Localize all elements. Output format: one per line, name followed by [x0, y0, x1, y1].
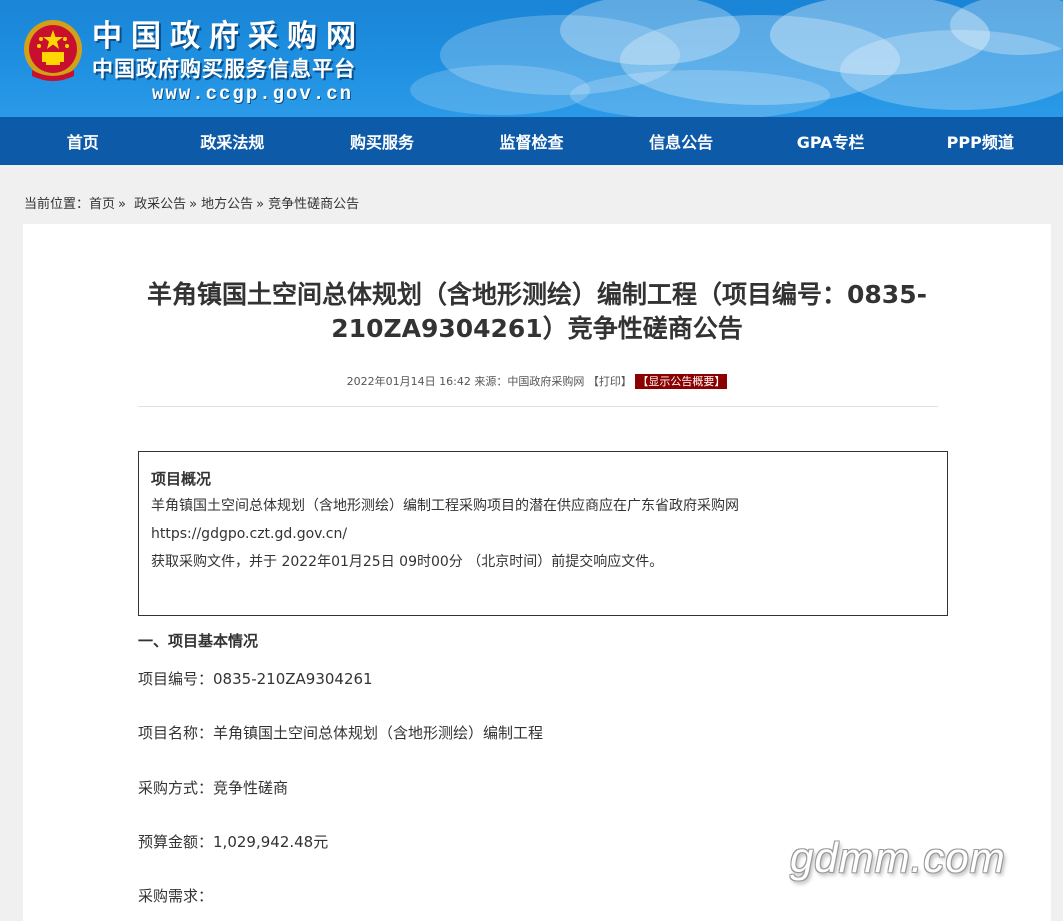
breadcrumb-separator: »: [256, 197, 265, 212]
overview-line-3: 获取采购文件，并于 2022年01月25日 09时00分 （北京时间）前提交响应…: [151, 554, 664, 570]
main-nav: 首页 政采法规 购买服务 监督检查 信息公告 GPA专栏 PPP频道: [0, 117, 1063, 165]
divider: [138, 406, 938, 407]
source-name: 中国政府采购网: [507, 375, 585, 388]
nav-item-supervision[interactable]: 监督检查: [457, 129, 607, 153]
breadcrumb: 当前位置：首页» 政采公告» 地方公告» 竞争性磋商公告: [24, 193, 359, 212]
breadcrumb-separator: »: [189, 197, 198, 212]
overview-line-1: 羊角镇国土空间总体规划（含地形测绘）编制工程采购项目的潜在供应商应在广东省政府采…: [151, 498, 739, 514]
breadcrumb-procurement-announcements[interactable]: 政采公告: [134, 197, 186, 212]
title-line-1: 羊角镇国土空间总体规划（含地形测绘）编制工程（项目编号：0835-: [147, 280, 927, 309]
project-number-value: 0835-210ZA9304261: [213, 670, 373, 688]
overview-link[interactable]: https://gdgpo.czt.gd.gov.cn/: [151, 520, 935, 548]
national-emblem-icon: [24, 20, 82, 81]
page-title: 羊角镇国土空间总体规划（含地形测绘）编制工程（项目编号：0835- 210ZA9…: [23, 278, 1051, 346]
nav-item-home[interactable]: 首页: [8, 129, 158, 153]
article-meta: 2022年01月14日 16:42 来源：中国政府采购网 【打印】 【显示公告概…: [23, 373, 1051, 389]
site-title: 中国政府采购网: [92, 19, 365, 54]
site-url: www.ccgp.gov.cn: [152, 83, 354, 105]
breadcrumb-home[interactable]: 首页: [89, 197, 115, 212]
nav-item-purchase-services[interactable]: 购买服务: [307, 129, 457, 153]
nav-item-announcements[interactable]: 信息公告: [606, 129, 756, 153]
nav-item-ppp[interactable]: PPP频道: [905, 129, 1055, 153]
project-number-field: 项目编号：0835-210ZA9304261: [138, 668, 373, 689]
procurement-method-label: 采购方式：: [138, 779, 214, 797]
section-title-basic-info: 一、项目基本情况: [138, 632, 259, 650]
budget-label: 预算金额：: [138, 833, 214, 851]
budget-field: 预算金额：1,029,942.48元: [138, 831, 328, 852]
nav-item-regulations[interactable]: 政采法规: [158, 129, 308, 153]
watermark: gdmm.com: [790, 834, 1006, 881]
print-button[interactable]: 【打印】: [588, 375, 632, 388]
breadcrumb-local-announcements[interactable]: 地方公告: [201, 197, 253, 212]
breadcrumb-prefix: 当前位置：: [24, 197, 90, 212]
source-label: 来源：: [474, 375, 508, 388]
overview-title: 项目概况: [151, 470, 212, 488]
procurement-method-value: 竞争性磋商: [213, 779, 289, 797]
nav-item-gpa[interactable]: GPA专栏: [756, 129, 906, 153]
procurement-demand-label: 采购需求：: [138, 887, 214, 905]
breadcrumb-separator: »: [118, 197, 126, 212]
show-summary-button[interactable]: 【显示公告概要】: [635, 374, 728, 389]
article-card: 羊角镇国土空间总体规划（含地形测绘）编制工程（项目编号：0835- 210ZA9…: [23, 224, 1051, 921]
project-name-label: 项目名称：: [138, 724, 214, 742]
title-line-2: 210ZA9304261）竞争性磋商公告: [331, 314, 743, 343]
project-name-value: 羊角镇国土空间总体规划（含地形测绘）编制工程: [213, 724, 544, 742]
project-overview-box: 项目概况 羊角镇国土空间总体规划（含地形测绘）编制工程采购项目的潜在供应商应在广…: [138, 451, 948, 616]
site-subtitle: 中国政府购买服务信息平台: [92, 57, 356, 81]
procurement-demand-field: 采购需求：: [138, 885, 213, 906]
publish-date: 2022年01月14日 16:42: [346, 375, 471, 388]
project-number-label: 项目编号：: [138, 670, 214, 688]
project-name-field: 项目名称：羊角镇国土空间总体规划（含地形测绘）编制工程: [138, 722, 543, 743]
breadcrumb-competitive-consultation[interactable]: 竞争性磋商公告: [268, 197, 359, 212]
procurement-method-field: 采购方式：竞争性磋商: [138, 777, 288, 798]
budget-value: 1,029,942.48元: [213, 833, 329, 851]
site-banner: 中国政府采购网 中国政府购买服务信息平台 www.ccgp.gov.cn: [0, 0, 1063, 117]
